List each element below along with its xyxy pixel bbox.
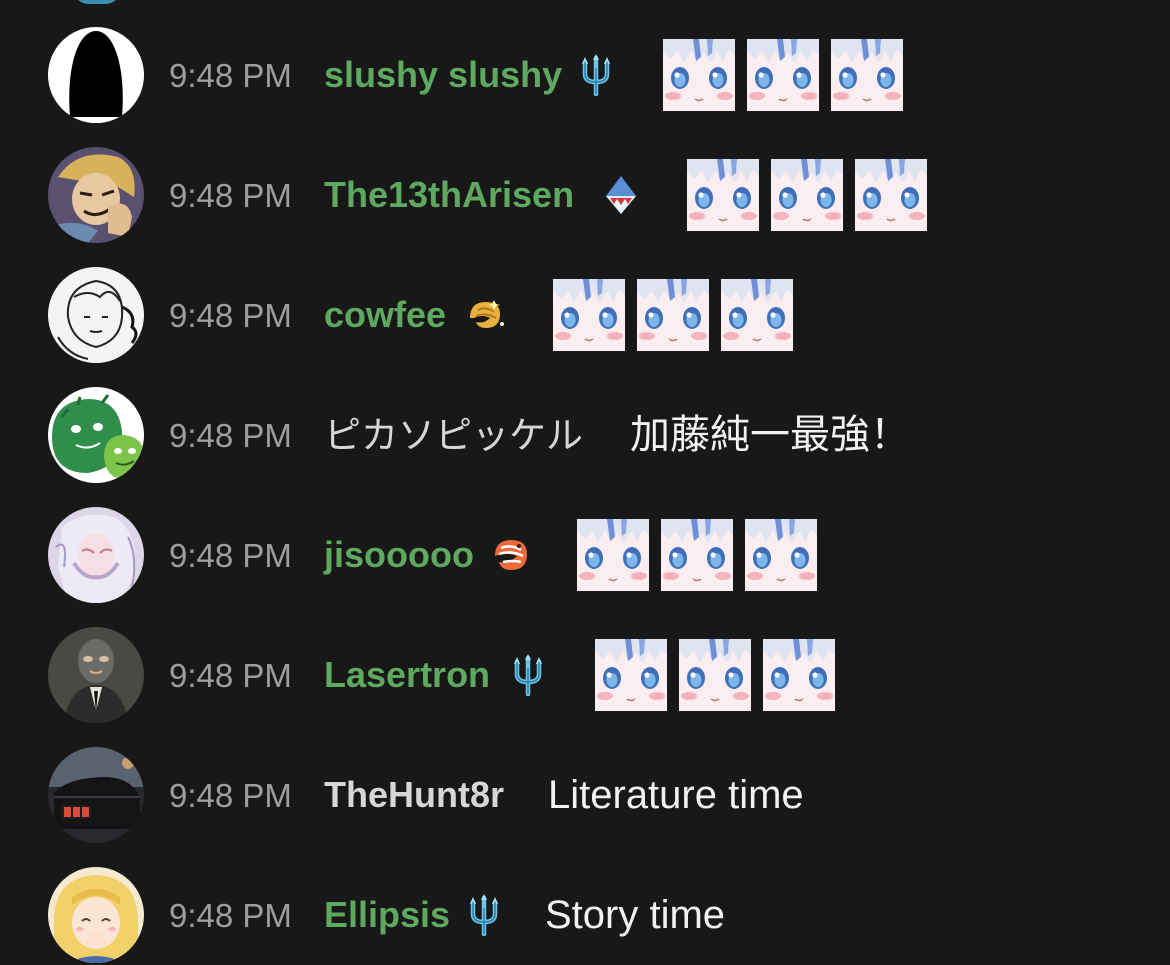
- gura-face-emote: [771, 159, 843, 231]
- timestamp: 9:48 PM: [169, 176, 292, 214]
- avatar[interactable]: [48, 867, 144, 963]
- gura-face-emote: [855, 159, 927, 231]
- gura-face-emote: [763, 639, 835, 711]
- username[interactable]: ピカソピッケル: [324, 417, 583, 454]
- avatar[interactable]: [48, 147, 144, 243]
- timestamp: 9:48 PM: [169, 776, 292, 814]
- message-text: Story time: [545, 893, 726, 937]
- chat-message: 9:48 PM TheHunt8r Literature time: [0, 747, 1170, 843]
- gura-face-emote: [663, 39, 735, 111]
- gura-face-emote: [831, 39, 903, 111]
- trident-icon: [463, 894, 505, 936]
- avatar[interactable]: [48, 627, 144, 723]
- message-text: Literature time: [548, 773, 804, 817]
- timestamp: 9:48 PM: [169, 536, 292, 574]
- username[interactable]: Lasertron: [324, 657, 490, 693]
- chat-message: 9:48 PM cowfee: [0, 267, 1170, 363]
- chat-message: 9:48 PM Lasertron: [0, 627, 1170, 723]
- emote-group: [663, 39, 903, 111]
- trident-icon: [575, 54, 617, 96]
- avatar[interactable]: [48, 27, 144, 123]
- shark-fin-icon: [600, 174, 642, 216]
- gura-face-emote: [721, 279, 793, 351]
- emote-group: [595, 639, 835, 711]
- chat-message: 9:48 PM slushy slushy: [0, 27, 1170, 123]
- username[interactable]: slushy slushy: [324, 57, 562, 93]
- username[interactable]: Ellipsis: [324, 897, 450, 933]
- avatar[interactable]: [48, 747, 144, 843]
- gura-face-emote: [687, 159, 759, 231]
- username[interactable]: TheHunt8r: [324, 777, 504, 813]
- trident-icon: [507, 654, 549, 696]
- username[interactable]: jisooooo: [324, 537, 474, 573]
- username[interactable]: cowfee: [324, 297, 446, 333]
- gura-face-emote: [745, 519, 817, 591]
- gura-face-emote: [747, 39, 819, 111]
- username[interactable]: The13thArisen: [324, 177, 574, 213]
- gura-face-emote: [661, 519, 733, 591]
- timestamp: 9:48 PM: [169, 56, 292, 94]
- gura-face-emote: [679, 639, 751, 711]
- gura-face-emote: [637, 279, 709, 351]
- emote-group: [553, 279, 793, 351]
- chat-message: 9:48 PM The13thArisen: [0, 147, 1170, 243]
- avatar[interactable]: [48, 507, 144, 603]
- chat-message: 9:48 PM jisooooo: [0, 507, 1170, 603]
- timestamp: 9:48 PM: [169, 896, 292, 934]
- gura-face-emote: [577, 519, 649, 591]
- gura-face-emote: [595, 639, 667, 711]
- avatar[interactable]: [48, 267, 144, 363]
- shrimp-icon: [489, 534, 531, 576]
- avatar[interactable]: [48, 387, 144, 483]
- timestamp: 9:48 PM: [169, 296, 292, 334]
- timestamp: 9:48 PM: [169, 416, 292, 454]
- chat-message: 9:48 PM ピカソピッケル 加藤純一最強！: [0, 387, 1170, 483]
- timestamp: 9:48 PM: [169, 656, 292, 694]
- emote-group: [577, 519, 817, 591]
- message-text: 加藤純一最強！: [630, 413, 910, 457]
- emote-group: [687, 159, 927, 231]
- chat-list[interactable]: 9:48 PM slushy slushy 9:48 PM The13thAri…: [0, 0, 1170, 965]
- chat-message: 9:48 PM Ellipsis Story time: [0, 867, 1170, 963]
- gura-face-emote: [553, 279, 625, 351]
- golden-shrimp-icon: [464, 294, 506, 336]
